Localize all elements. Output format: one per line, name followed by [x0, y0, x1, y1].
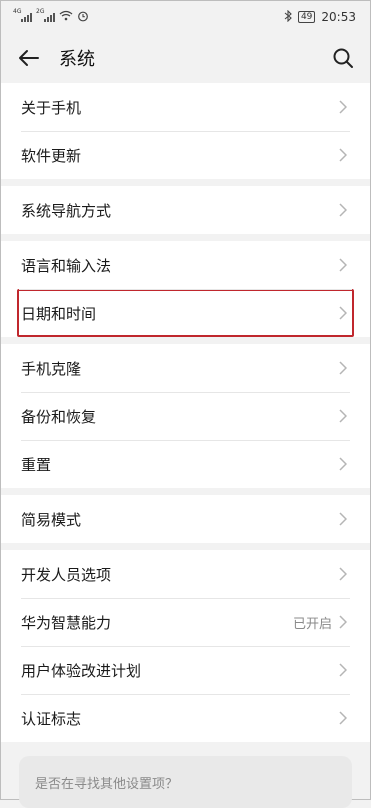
settings-item-label: 开发人员选项	[21, 565, 112, 584]
settings-item-developer-options[interactable]: 开发人员选项	[19, 550, 352, 598]
settings-item-language-input[interactable]: 语言和输入法	[19, 241, 352, 289]
settings-item-value: 已开启	[292, 616, 332, 632]
chevron-right-icon	[336, 457, 350, 471]
settings-list: 手机克隆 备份和恢复 重置	[1, 344, 370, 488]
settings-item-about-phone[interactable]: 关于手机	[19, 83, 352, 131]
settings-item-label: 用户体验改进计划	[21, 661, 142, 680]
group-divider	[1, 234, 370, 241]
search-icon	[333, 48, 353, 68]
chevron-right-icon	[336, 203, 350, 217]
chevron-right-icon	[336, 512, 350, 526]
battery-indicator: 49	[297, 11, 316, 23]
group-divider	[1, 543, 370, 550]
settings-list: 关于手机 软件更新	[1, 83, 370, 179]
settings-item-label: 语言和输入法	[21, 256, 112, 275]
settings-item-reset[interactable]: 重置	[19, 440, 352, 488]
chevron-right-icon	[336, 615, 350, 629]
settings-item-phone-clone[interactable]: 手机克隆	[19, 344, 352, 392]
settings-item-label: 软件更新	[21, 146, 82, 165]
sim2-network-tag: 2G	[36, 8, 45, 15]
cellular-signal-icon: 2G	[36, 8, 55, 22]
settings-item-label: 华为智慧能力	[21, 613, 112, 632]
settings-item-label: 重置	[21, 455, 52, 474]
settings-list: 语言和输入法 日期和时间	[1, 241, 370, 337]
back-button[interactable]	[17, 46, 41, 70]
clock: 20:53	[321, 10, 356, 24]
chevron-right-icon	[336, 148, 350, 162]
chevron-right-icon	[336, 567, 350, 581]
settings-item-label: 关于手机	[21, 98, 82, 117]
settings-item-label: 日期和时间	[21, 304, 97, 323]
settings-item-label: 系统导航方式	[21, 201, 112, 220]
settings-item-label: 认证标志	[21, 709, 82, 728]
chevron-right-icon	[336, 306, 350, 320]
settings-item-software-update[interactable]: 软件更新	[19, 131, 352, 179]
chevron-right-icon	[336, 361, 350, 375]
chevron-right-icon	[336, 258, 350, 272]
arrow-left-icon	[19, 50, 39, 66]
chevron-right-icon	[336, 409, 350, 423]
settings-item-huawei-assistant[interactable]: 华为智慧能力 已开启	[19, 598, 352, 646]
group-divider	[1, 488, 370, 495]
settings-item-certification[interactable]: 认证标志	[19, 694, 352, 742]
page-title: 系统	[59, 49, 95, 70]
bluetooth-icon	[284, 9, 292, 25]
cellular-signal-icon: 4G	[13, 8, 32, 22]
settings-item-simple-mode[interactable]: 简易模式	[19, 495, 352, 543]
settings-item-label: 手机克隆	[21, 359, 82, 378]
settings-item-label: 简易模式	[21, 510, 82, 529]
settings-item-user-experience[interactable]: 用户体验改进计划	[19, 646, 352, 694]
group-divider	[1, 337, 370, 344]
chevron-right-icon	[336, 663, 350, 677]
settings-list: 开发人员选项 华为智慧能力 已开启 用户体验改进计划 认证标志	[1, 550, 370, 742]
settings-item-date-time[interactable]: 日期和时间	[17, 289, 354, 337]
sim1-network-tag: 4G	[13, 8, 22, 15]
more-settings-hint[interactable]: 是否在寻找其他设置项？	[19, 756, 352, 808]
status-bar: 4G 2G 49 20:53	[1, 1, 370, 33]
settings-list: 简易模式	[1, 495, 370, 543]
settings-item-label: 备份和恢复	[21, 407, 97, 426]
search-button[interactable]	[330, 45, 356, 71]
settings-item-backup-restore[interactable]: 备份和恢复	[19, 392, 352, 440]
settings-list: 系统导航方式	[1, 186, 370, 234]
settings-item-navigation[interactable]: 系统导航方式	[19, 186, 352, 234]
app-header: 系统	[1, 33, 370, 83]
wifi-icon	[59, 10, 73, 24]
alarm-icon	[77, 10, 89, 25]
group-divider	[1, 179, 370, 186]
chevron-right-icon	[336, 711, 350, 725]
chevron-right-icon	[336, 100, 350, 114]
